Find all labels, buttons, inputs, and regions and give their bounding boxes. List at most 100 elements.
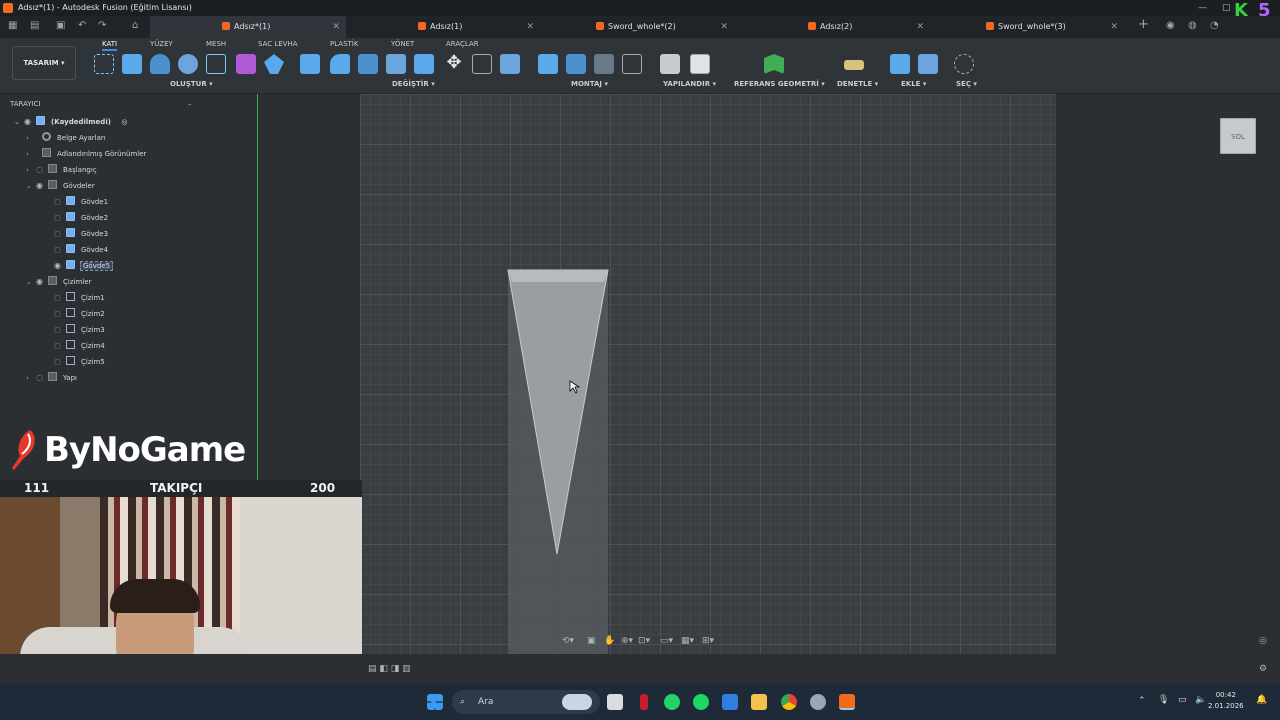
joint-icon[interactable] — [566, 54, 586, 74]
table-icon[interactable] — [690, 54, 710, 74]
jobs-icon[interactable]: ◍ — [1188, 20, 1197, 31]
tree-body-5-selected[interactable]: ◉ Gövde5 — [54, 259, 114, 273]
tree-document-settings[interactable]: › Belge Ayarları — [26, 131, 106, 145]
comments-icon[interactable]: ◎ — [1259, 636, 1267, 646]
configure-icon[interactable] — [660, 54, 680, 74]
group-ekle[interactable]: EKLE ▾ — [901, 80, 926, 88]
eye-icon[interactable]: ◉ — [36, 179, 48, 193]
tree-sketch-4[interactable]: ◌ Çizim4 — [54, 339, 105, 353]
close-icon[interactable]: ✕ — [916, 16, 924, 38]
notifications-icon[interactable]: ◔ — [1210, 20, 1219, 31]
combine-icon[interactable] — [386, 54, 406, 74]
scale-icon[interactable] — [500, 54, 520, 74]
look-at-icon[interactable]: ▣ — [587, 636, 596, 646]
eye-hidden-icon[interactable]: ◌ — [36, 371, 48, 385]
eye-hidden-icon[interactable]: ◌ — [54, 307, 66, 321]
fusion-taskbar-icon[interactable] — [839, 694, 855, 710]
hole-icon[interactable] — [178, 54, 198, 74]
network-icon[interactable]: ▭ — [1178, 695, 1187, 705]
tab-adsiz-2[interactable]: Adsız(2) ✕ — [734, 16, 930, 38]
home-icon[interactable]: ⌂ — [132, 20, 138, 31]
tree-body-3[interactable]: ◌ Gövde3 — [54, 227, 108, 241]
tree-root[interactable]: ⌄ ◉ (Kaydedilmedi) ◎ — [14, 115, 127, 129]
tab-yonet[interactable]: YÖNET — [391, 40, 414, 48]
tab-kati[interactable]: KATI — [102, 40, 118, 51]
group-referans-geometri[interactable]: REFERANS GEOMETRİ ▾ — [734, 80, 825, 88]
chevron-up-icon[interactable]: ⌃ — [1138, 696, 1146, 706]
tree-origin[interactable]: › ◌ Başlangıç — [26, 163, 97, 177]
tree-sketch-2[interactable]: ◌ Çizim2 — [54, 307, 105, 321]
chevron-right-icon[interactable]: › — [26, 163, 36, 177]
create-sketch-icon[interactable] — [94, 54, 114, 74]
tree-body-4[interactable]: ◌ Gövde4 — [54, 243, 108, 257]
save-icon[interactable]: ▣ — [56, 20, 65, 31]
fillet-icon[interactable] — [330, 54, 350, 74]
maximize-icon[interactable]: ▢ — [1222, 0, 1231, 16]
eye-hidden-icon[interactable]: ◌ — [54, 291, 66, 305]
insert-derive-icon[interactable] — [890, 54, 910, 74]
eye-hidden-icon[interactable]: ◌ — [54, 227, 66, 241]
tree-sketch-1[interactable]: ◌ Çizim1 — [54, 291, 105, 305]
split-body-icon[interactable] — [414, 54, 434, 74]
offset-plane-icon[interactable] — [764, 54, 784, 74]
eye-icon[interactable]: ◉ — [36, 275, 48, 289]
chevron-down-icon[interactable]: ⌄ — [26, 179, 36, 193]
extrude-icon[interactable] — [122, 54, 142, 74]
workspace-switcher[interactable]: TASARIM ▾ — [12, 46, 76, 80]
select-icon[interactable] — [954, 54, 974, 74]
microphone-icon[interactable]: 🎙 — [1158, 695, 1169, 705]
eye-icon[interactable]: ◉ — [54, 259, 66, 273]
chevron-right-icon[interactable]: › — [26, 147, 36, 161]
group-yapilandir[interactable]: YAPILANDIR ▾ — [663, 80, 716, 88]
chevron-right-icon[interactable]: › — [26, 131, 36, 145]
sweep-icon[interactable] — [206, 54, 226, 74]
zoom-icon[interactable]: ⊕▾ — [621, 636, 633, 646]
fit-icon[interactable]: ⊡▾ — [638, 636, 650, 646]
move-icon[interactable]: ✥ — [444, 54, 464, 74]
orbit-icon[interactable]: ⟲▾ — [562, 636, 574, 646]
shell-icon[interactable] — [358, 54, 378, 74]
collapse-panel-icon[interactable]: – — [188, 100, 192, 108]
pan-icon[interactable]: ✋ — [604, 636, 615, 646]
revolve-icon[interactable] — [150, 54, 170, 74]
measure-icon[interactable] — [844, 60, 864, 70]
tab-sword-whole-2[interactable]: Sword_whole*(2) ✕ — [540, 16, 734, 38]
chevron-right-icon[interactable]: › — [26, 371, 36, 385]
new-component-icon[interactable] — [538, 54, 558, 74]
close-icon[interactable]: ✕ — [526, 16, 534, 38]
press-pull-icon[interactable] — [300, 54, 320, 74]
windows-start-icon[interactable] — [427, 694, 443, 710]
eye-hidden-icon[interactable]: ◌ — [54, 195, 66, 209]
form-icon[interactable] — [236, 54, 256, 74]
task-view-icon[interactable] — [607, 694, 623, 710]
file-menu-icon[interactable]: ▤ — [30, 20, 39, 31]
pattern-icon[interactable] — [264, 54, 284, 74]
tab-araclar[interactable]: ARAÇLAR — [446, 40, 479, 48]
view-cube[interactable]: SOL — [1220, 118, 1256, 154]
taskbar-clock[interactable]: 00:42 2.01.2026 — [1208, 690, 1244, 712]
eye-hidden-icon[interactable]: ◌ — [54, 211, 66, 225]
group-degistir[interactable]: DEĞİŞTİR ▾ — [392, 80, 435, 88]
eye-hidden-icon[interactable]: ◌ — [54, 323, 66, 337]
taskbar-search[interactable]: ⌕ Ara — [452, 690, 600, 714]
online-status-icon[interactable]: ◉ — [1166, 20, 1175, 31]
volume-icon[interactable]: 🔈 — [1195, 695, 1206, 705]
whatsapp-icon[interactable] — [664, 694, 680, 710]
eye-hidden-icon[interactable]: ◌ — [54, 355, 66, 369]
as-built-joint-icon[interactable] — [594, 54, 614, 74]
chevron-down-icon[interactable]: ⌄ — [14, 115, 24, 129]
eye-icon[interactable]: ◉ — [24, 115, 36, 129]
close-icon[interactable]: ✕ — [332, 16, 340, 38]
3d-viewport[interactable] — [360, 94, 1056, 654]
tab-mesh[interactable]: MESH — [206, 40, 226, 48]
notification-bell-icon[interactable]: 🔔 — [1256, 695, 1267, 705]
tab-plastik[interactable]: PLASTİK — [330, 40, 358, 48]
tree-sketches[interactable]: ⌄ ◉ Çizimler — [26, 275, 91, 289]
sword-blade-model[interactable] — [360, 94, 1056, 654]
close-icon[interactable]: ✕ — [720, 16, 728, 38]
tab-sac-levha[interactable]: SAC LEVHA — [258, 40, 298, 48]
insert-canvas-icon[interactable] — [918, 54, 938, 74]
app-red-icon[interactable] — [640, 694, 648, 710]
tab-yuzey[interactable]: YÜZEY — [150, 40, 173, 48]
outlook-icon[interactable] — [722, 694, 738, 710]
